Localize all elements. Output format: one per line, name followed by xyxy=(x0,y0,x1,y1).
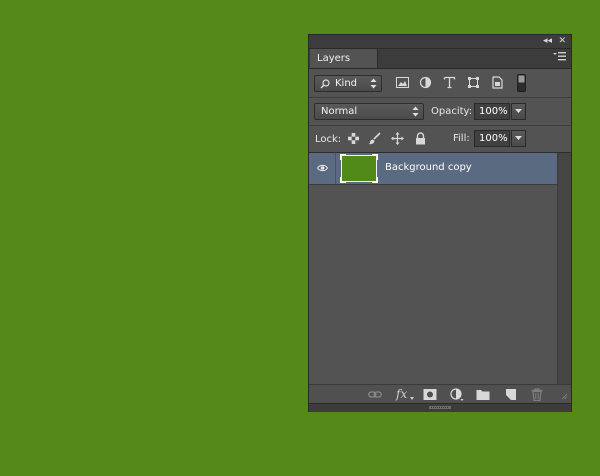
blend-mode-dropdown[interactable]: Normal xyxy=(314,103,424,120)
layer-thumbnail[interactable] xyxy=(340,154,378,183)
chevron-down-icon xyxy=(515,109,522,113)
lock-position-icon[interactable] xyxy=(391,132,404,145)
search-icon xyxy=(320,79,330,89)
shape-filter-icon[interactable] xyxy=(467,76,480,89)
panel-title-bar[interactable]: ◂◂ ✕ xyxy=(309,35,571,49)
fill-dropdown-button[interactable] xyxy=(511,130,526,147)
smart-object-filter-icon[interactable] xyxy=(491,76,504,89)
lock-image-icon[interactable] xyxy=(368,132,381,145)
filter-kind-dropdown[interactable]: Kind xyxy=(314,75,382,92)
lock-transparent-icon[interactable] xyxy=(347,132,360,145)
folder-icon[interactable] xyxy=(476,388,490,401)
fx-dropdown-icon xyxy=(410,397,414,400)
thumbnail-corner-icon xyxy=(372,177,378,183)
link-icon[interactable] xyxy=(368,388,382,401)
drag-handle-icon xyxy=(429,406,451,409)
filter-row: Kind xyxy=(309,69,571,98)
fill-input[interactable]: 100% xyxy=(474,130,510,147)
type-filter-icon[interactable] xyxy=(443,76,456,89)
tab-layers[interactable]: Layers xyxy=(310,49,378,68)
blend-mode-value: Normal xyxy=(321,106,358,117)
updown-arrows-icon xyxy=(370,78,377,89)
thumbnail-corner-icon xyxy=(372,154,378,160)
new-layer-icon[interactable] xyxy=(504,388,518,401)
opacity-label: Opacity: xyxy=(431,106,473,117)
resize-grip-icon[interactable] xyxy=(561,393,568,400)
panel-menu-icon[interactable] xyxy=(553,52,566,63)
layers-list: Background copy xyxy=(309,153,557,384)
fx-icon[interactable]: fx xyxy=(396,387,407,401)
pixel-filter-icon[interactable] xyxy=(396,76,409,89)
layers-scrollbar[interactable] xyxy=(557,153,571,384)
adjustment-filter-icon[interactable] xyxy=(419,76,432,89)
thumbnail-corner-icon xyxy=(340,154,346,160)
panel-tab-row: Layers xyxy=(309,49,571,69)
layers-bottom-bar: fx xyxy=(309,384,571,404)
lock-label: Lock: xyxy=(315,134,342,145)
visibility-toggle[interactable] xyxy=(309,153,336,184)
blend-row: Normal Opacity: 100% xyxy=(309,98,571,126)
collapse-icon[interactable]: ◂◂ xyxy=(543,36,552,47)
mask-icon[interactable] xyxy=(423,388,437,401)
filter-toggle-switch[interactable] xyxy=(517,74,526,92)
layer-name[interactable]: Background copy xyxy=(385,162,472,173)
filter-kind-label: Kind xyxy=(335,78,358,89)
trash-icon[interactable] xyxy=(530,388,544,401)
chevron-down-icon xyxy=(515,136,522,140)
close-icon[interactable]: ✕ xyxy=(558,36,566,47)
opacity-dropdown-button[interactable] xyxy=(511,103,526,120)
lock-row: Lock: Fill: 100% xyxy=(309,126,571,153)
opacity-input[interactable]: 100% xyxy=(474,103,510,120)
thumbnail-corner-icon xyxy=(340,177,346,183)
fill-label: Fill: xyxy=(453,133,470,144)
panel-drag-bar[interactable] xyxy=(309,403,571,412)
adjustment-layer-icon[interactable] xyxy=(450,388,464,401)
updown-arrows-icon xyxy=(412,106,419,117)
lock-all-icon[interactable] xyxy=(414,132,427,145)
eye-icon xyxy=(317,164,328,172)
layer-row[interactable]: Background copy xyxy=(309,153,557,185)
layers-panel: ◂◂ ✕ Layers Kind Normal Opacity: 100% Lo… xyxy=(308,34,572,412)
